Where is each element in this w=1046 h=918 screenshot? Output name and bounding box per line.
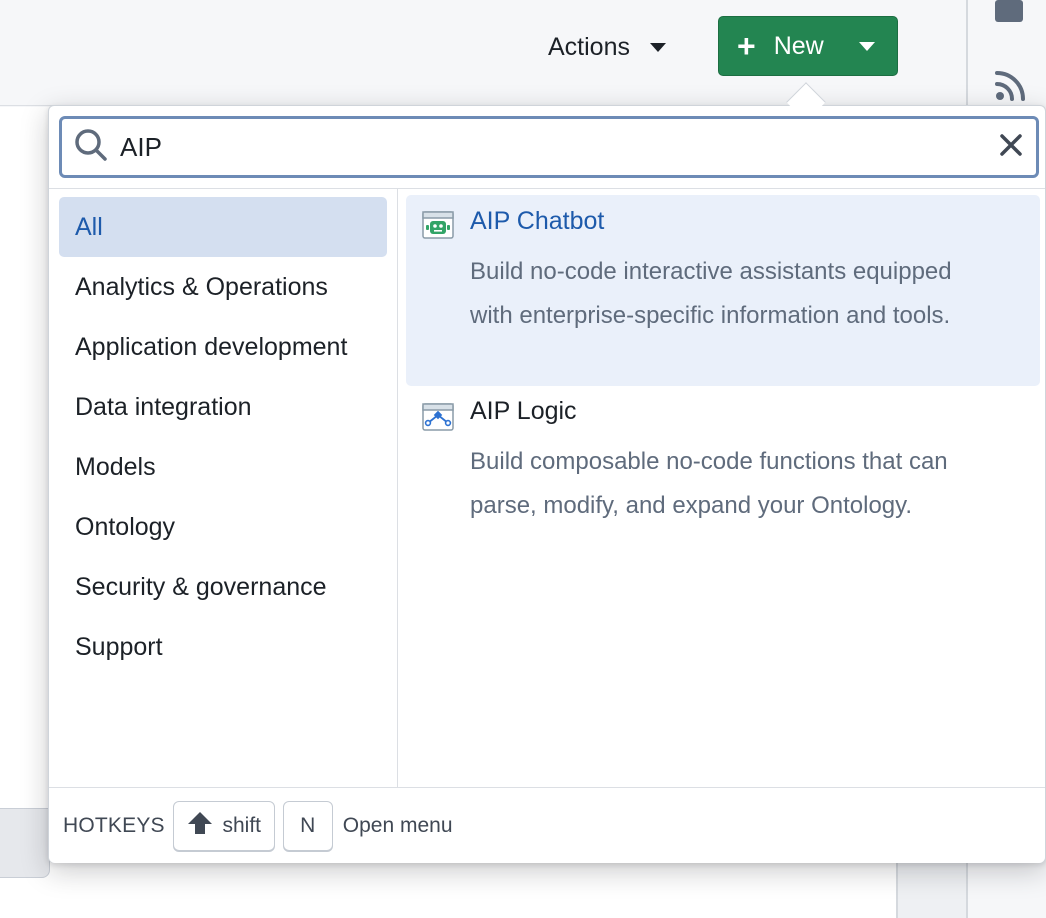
result-description: Build no-code interactive assistants equ… xyxy=(470,258,952,329)
open-menu-label: Open menu xyxy=(342,813,453,837)
shift-key: shift xyxy=(172,800,275,851)
category-models[interactable]: Models xyxy=(59,437,387,497)
shift-key-label: shift xyxy=(222,813,262,837)
background-panel xyxy=(896,860,966,918)
plus-icon: + xyxy=(737,28,756,64)
category-label: Security & governance xyxy=(75,572,327,601)
background-panel-tab xyxy=(0,808,50,878)
category-security-governance[interactable]: Security & governance xyxy=(59,557,387,617)
category-application-development[interactable]: Application development xyxy=(59,317,387,377)
top-toolbar: Actions + New xyxy=(0,0,968,106)
new-resource-popover: All Analytics & Operations Application d… xyxy=(48,105,1046,863)
n-key: N xyxy=(282,800,333,851)
result-title: AIP Chatbot xyxy=(470,207,605,235)
category-analytics-operations[interactable]: Analytics & Operations xyxy=(59,257,387,317)
search-box[interactable] xyxy=(59,116,1039,178)
actions-label: Actions xyxy=(548,32,630,61)
new-button[interactable]: + New xyxy=(718,16,898,76)
robot-icon xyxy=(422,211,454,239)
result-title: AIP Logic xyxy=(470,397,577,425)
category-label: Application development xyxy=(75,332,348,361)
chevron-down-icon xyxy=(859,41,875,51)
category-label: Analytics & Operations xyxy=(75,272,328,301)
result-description: Build composable no-code functions that … xyxy=(470,448,948,519)
category-label: Ontology xyxy=(75,512,176,541)
category-label: Support xyxy=(75,632,163,661)
calendar-icon[interactable] xyxy=(994,0,1024,29)
result-aip-logic[interactable]: AIP Logic Build composable no-code funct… xyxy=(406,394,1040,574)
category-all[interactable]: All xyxy=(59,197,387,257)
chevron-down-icon xyxy=(649,42,666,52)
logic-flow-icon xyxy=(422,403,454,431)
new-label: New xyxy=(773,31,824,60)
category-support[interactable]: Support xyxy=(59,617,387,677)
hotkeys-footer: HOTKEYS shift N Open menu xyxy=(49,787,1045,863)
category-data-integration[interactable]: Data integration xyxy=(59,377,387,437)
category-ontology[interactable]: Ontology xyxy=(59,497,387,557)
search-icon xyxy=(74,128,108,167)
category-label: Data integration xyxy=(75,392,252,421)
rss-feed-icon[interactable] xyxy=(994,68,1028,107)
search-input[interactable] xyxy=(108,131,998,163)
shift-arrow-icon xyxy=(187,811,213,841)
category-sidebar: All Analytics & Operations Application d… xyxy=(49,189,398,787)
actions-button[interactable]: Actions xyxy=(536,22,678,72)
result-aip-chatbot[interactable]: AIP Chatbot Build no-code interactive as… xyxy=(406,195,1040,386)
category-label: All xyxy=(75,212,103,241)
clear-search-icon[interactable] xyxy=(998,132,1024,163)
category-label: Models xyxy=(75,452,156,481)
hotkeys-label: HOTKEYS xyxy=(63,813,165,837)
